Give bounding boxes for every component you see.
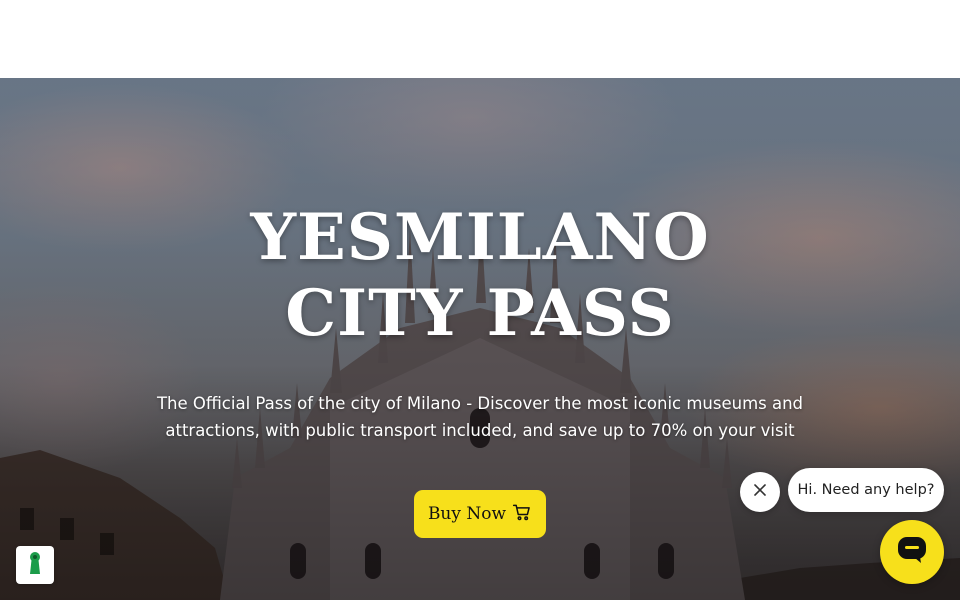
chat-launcher-button[interactable]: [880, 520, 944, 584]
accessibility-badge[interactable]: [16, 546, 54, 584]
chat-close-button[interactable]: [740, 472, 780, 512]
hero-title: YESMILANO CITY PASS: [250, 200, 710, 351]
hero-subtitle: The Official Pass of the city of Milano …: [156, 394, 804, 440]
chat-greeting-bubble[interactable]: Hi. Need any help?: [788, 468, 944, 512]
cart-icon: [512, 502, 532, 527]
chat-icon: [897, 536, 927, 569]
close-icon: [754, 483, 766, 501]
buy-now-label: Buy Now: [427, 504, 507, 524]
accessibility-keyhole-icon: [28, 551, 42, 580]
buy-now-button[interactable]: Buy Now: [414, 490, 546, 538]
chat-greeting-text: Hi. Need any help?: [797, 482, 935, 498]
top-header: [0, 0, 960, 78]
